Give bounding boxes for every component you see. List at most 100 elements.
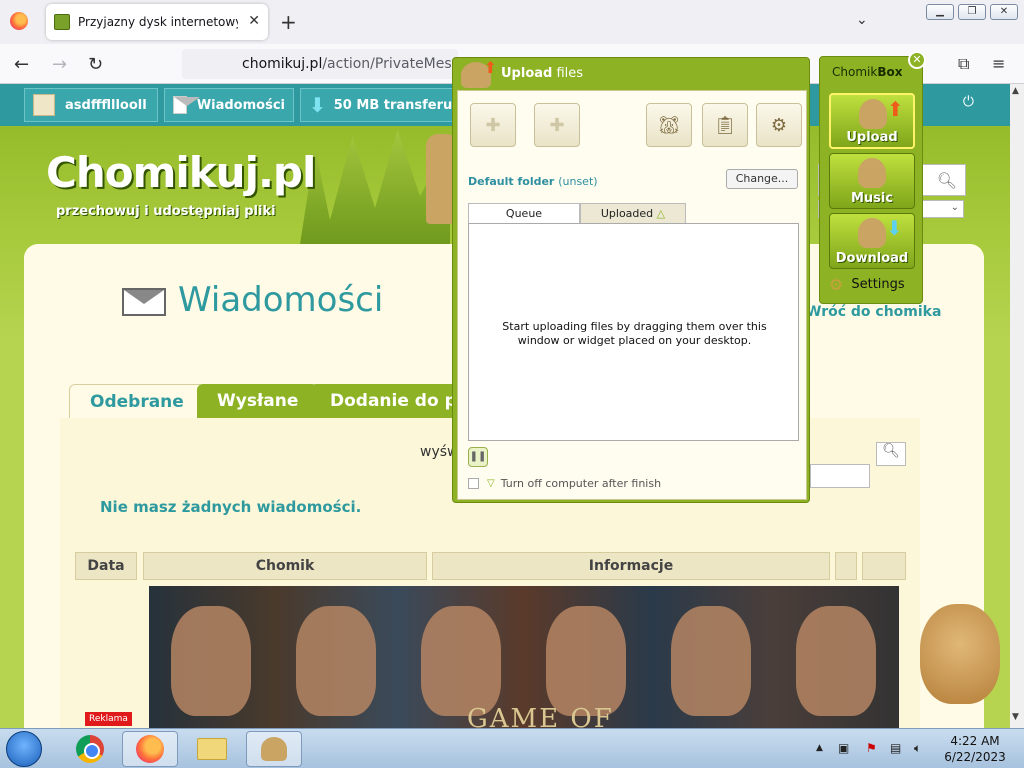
column-chomik[interactable]: Chomik (143, 552, 427, 580)
download-label: Download (835, 251, 909, 266)
transfer-link[interactable]: ⬇ 50 MB transferu (300, 88, 460, 122)
transfer-label: 50 MB transferu (333, 97, 453, 113)
ad-portrait (796, 606, 876, 716)
scroll-up-icon[interactable]: ▲ (1012, 86, 1019, 96)
turn-off-option[interactable]: ▽ Turn off computer after finish (468, 477, 661, 490)
new-tab-button[interactable]: + (280, 10, 297, 34)
chomikuj-favicon-icon (54, 14, 70, 30)
drop-hint-text: Start uploading files by dragging them o… (502, 320, 767, 347)
browser-tab[interactable]: Przyjazny dysk internetowy - Ch ✕ (46, 4, 268, 40)
messages-link[interactable]: Wiadomości (164, 88, 294, 122)
message-search-button[interactable]: 🔍︎ (876, 442, 906, 466)
hamster-mascot (920, 604, 1000, 704)
ad-portrait (671, 606, 751, 716)
upload-arrow-icon: ⬆ (887, 97, 904, 121)
show-hidden-icons[interactable]: ▲ (816, 743, 823, 753)
network-icon[interactable]: ▤ (890, 741, 901, 755)
chomikbox-widget: ChomikBox ✕ ⬆ Upload Music ⬇ Download ⚙ … (819, 51, 926, 304)
system-clock[interactable]: 4:22 AM 6/22/2023 (940, 733, 1010, 765)
envelope-icon (122, 288, 166, 316)
site-logo[interactable]: Chomikuj.pl (46, 148, 316, 197)
add-files-button[interactable]: ✚ (470, 103, 516, 147)
user-profile-link[interactable]: asdffflllooll (24, 88, 158, 122)
hamster-icon (859, 99, 887, 129)
ad-portrait (171, 606, 251, 716)
menu-icon[interactable]: ≡ (992, 54, 1005, 73)
tab-uploaded[interactable]: Uploaded △ (580, 203, 686, 223)
tab-received[interactable]: Odebrane (69, 384, 205, 418)
column-extra (862, 552, 906, 580)
taskbar-chomikbox[interactable] (246, 731, 302, 767)
add-folder-button[interactable]: ✚ (534, 103, 580, 147)
turn-off-checkbox[interactable] (468, 478, 479, 489)
windows-taskbar: ▲ ▣ ⚑ ▤ 🔈︎ 4:22 AM 6/22/2023 (0, 728, 1024, 768)
chomikbox-download-button[interactable]: ⬇ Download (829, 213, 915, 269)
upload-files-window[interactable]: Upload files ✚ ✚ 🐹︎ 📋︎ ⚙ Default folder … (452, 57, 810, 503)
close-tab-icon[interactable]: ✕ (248, 13, 260, 29)
firefox-icon[interactable] (10, 12, 28, 30)
messages-label: Wiadomości (196, 97, 285, 113)
download-arrow-icon: ⬇ (309, 93, 326, 117)
search-icon[interactable]: 🔍︎ (937, 171, 957, 190)
clipboard-icon: 📋︎ (713, 114, 737, 136)
close-icon[interactable]: ✕ (908, 51, 926, 69)
site-tagline: przechowuj i udostępniaj pliki (56, 204, 276, 219)
url-bar[interactable]: chomikuj.pl/action/PrivateMessage (182, 49, 458, 79)
add-folder-icon: ✚ (549, 114, 565, 136)
logout-icon[interactable]: ⏻ (963, 94, 974, 110)
chomikbox-title: ChomikBox (832, 65, 903, 79)
advertisement-banner[interactable]: GAME OF (149, 586, 899, 728)
hamster-icon: 🐹︎ (657, 114, 681, 136)
back-icon[interactable]: ← (14, 54, 29, 75)
volume-icon[interactable]: 🔈︎ (914, 741, 921, 756)
pause-button[interactable]: ❚❚ (468, 447, 488, 467)
gear-icon: ⚙ (829, 275, 844, 294)
chomikbox-settings-button[interactable]: ⚙ Settings (829, 275, 905, 294)
upload-body: ✚ ✚ 🐹︎ 📋︎ ⚙ Default folder (unset) Chang… (457, 90, 807, 500)
hamster-account-button[interactable]: 🐹︎ (646, 103, 692, 147)
page-scrollbar[interactable]: ▲ ▼ (1010, 84, 1024, 728)
tab-title: Przyjazny dysk internetowy - Ch (78, 15, 238, 29)
chomikbox-music-button[interactable]: Music (829, 153, 915, 209)
action-center-icon[interactable]: ⚑ (866, 741, 877, 755)
tab-queue[interactable]: Queue (468, 203, 580, 223)
back-to-chomik-link[interactable]: Wróć do chomika (806, 304, 941, 320)
extensions-icon[interactable]: ⧉ (958, 54, 969, 74)
restore-window-button[interactable]: ❐ (958, 4, 986, 20)
forward-icon[interactable]: → (52, 54, 67, 75)
triangle-up-icon: △ (656, 207, 666, 220)
minimize-window-button[interactable]: ▁ (926, 4, 954, 20)
chomikbox-icon (261, 737, 287, 761)
ad-badge: Reklama (85, 712, 132, 726)
avatar (33, 94, 55, 116)
column-extra (835, 552, 857, 580)
tab-sent[interactable]: Wysłane (197, 384, 319, 418)
reload-icon[interactable]: ↻ (88, 54, 103, 75)
download-arrow-icon: ⬇ (886, 216, 903, 240)
taskbar-chrome[interactable] (62, 731, 118, 767)
taskbar-firefox[interactable] (122, 731, 178, 767)
taskbar-explorer[interactable] (184, 731, 240, 767)
message-search-input[interactable] (810, 464, 870, 488)
hamster-icon (858, 218, 886, 248)
paste-clipboard-button[interactable]: 📋︎ (702, 103, 748, 147)
turn-off-label: Turn off computer after finish (500, 477, 662, 490)
scroll-down-icon[interactable]: ▼ (1012, 712, 1019, 722)
column-info[interactable]: Informacje (432, 552, 830, 580)
upload-settings-button[interactable]: ⚙ (756, 103, 802, 147)
close-window-button[interactable]: ✕ (990, 4, 1018, 20)
change-folder-button[interactable]: Change... (726, 169, 798, 189)
gear-icon: ⚙ (770, 114, 788, 136)
upload-label: Upload (846, 130, 898, 145)
pause-icon: ❚❚ (469, 451, 487, 462)
list-all-tabs-icon[interactable]: ⌄ (856, 12, 868, 28)
column-date[interactable]: Data (75, 552, 137, 580)
chomikbox-upload-button[interactable]: ⬆ Upload (829, 93, 915, 149)
browser-tabstrip: Przyjazny dysk internetowy - Ch ✕ + ⌄ ▁ … (0, 0, 1024, 44)
chevron-down-icon: ⌄ (950, 202, 959, 213)
tray-app-icon[interactable]: ▣ (838, 741, 849, 755)
upload-queue-area[interactable]: Start uploading files by dragging them o… (468, 223, 799, 441)
upload-window-title: Upload files (501, 66, 584, 81)
url-path: /action/PrivateMessage (322, 56, 458, 72)
start-button[interactable] (6, 731, 42, 767)
